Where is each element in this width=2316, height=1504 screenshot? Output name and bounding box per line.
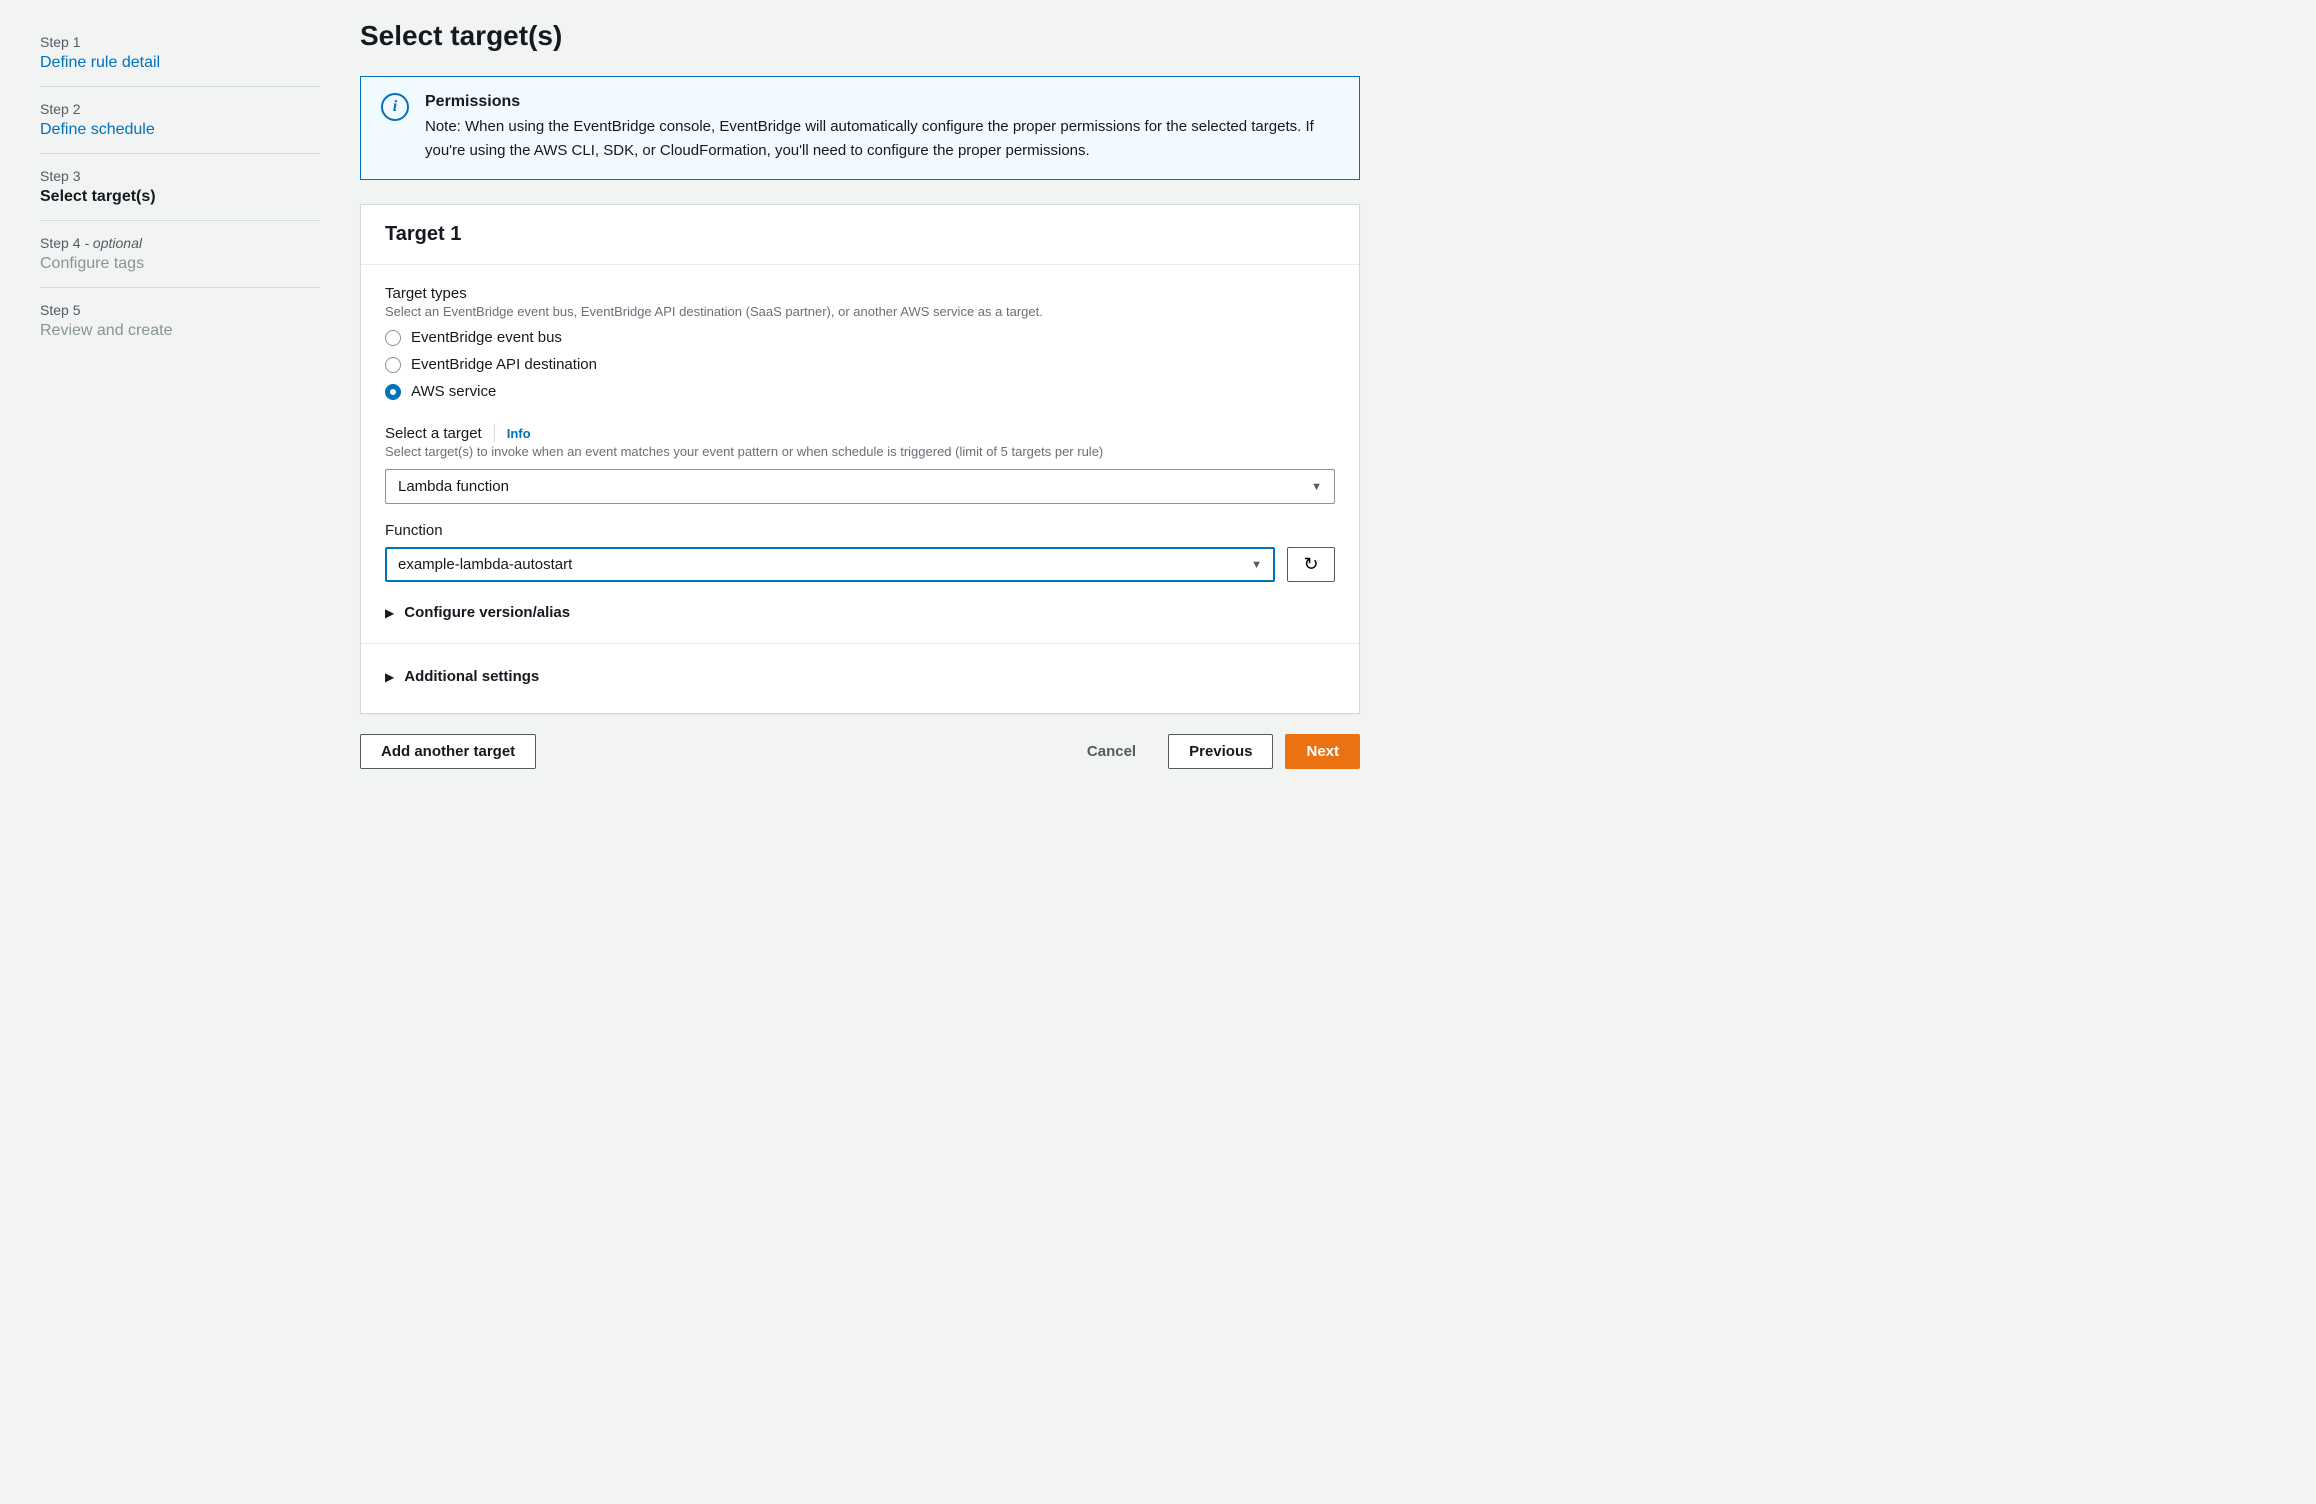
select-target-label-row: Select a target Info	[385, 424, 1335, 442]
target-types-radiogroup: EventBridge event bus EventBridge API de…	[385, 329, 1335, 400]
footer-right: Cancel Previous Next	[1067, 734, 1360, 769]
step-label-prefix: Step 4	[40, 235, 80, 251]
refresh-button[interactable]: ↻	[1287, 547, 1335, 582]
divider	[494, 424, 495, 442]
function-title: Function	[385, 522, 1335, 539]
radio-label: EventBridge API destination	[411, 356, 597, 373]
wizard-sidebar: Step 1 Define rule detail Step 2 Define …	[40, 20, 320, 769]
select-value: example-lambda-autostart	[398, 556, 572, 573]
step-label: Step 2	[40, 101, 320, 117]
radio-label: AWS service	[411, 383, 496, 400]
step-label: Step 4 - optional	[40, 235, 320, 251]
cancel-button[interactable]: Cancel	[1067, 735, 1156, 768]
infobox-title: Permissions	[425, 93, 1339, 111]
step-3: Step 3 Select target(s)	[40, 154, 320, 221]
info-content: Permissions Note: When using the EventBr…	[425, 93, 1339, 163]
radio-aws-service[interactable]: AWS service	[385, 383, 1335, 400]
additional-settings-expand[interactable]: ▶ Additional settings	[385, 664, 1335, 689]
step-title: Review and create	[40, 322, 320, 340]
step-label-optional: - optional	[80, 235, 141, 251]
next-button[interactable]: Next	[1285, 734, 1360, 769]
caret-right-icon: ▶	[385, 606, 394, 620]
add-another-target-button[interactable]: Add another target	[360, 734, 536, 769]
configure-version-alias-expand[interactable]: ▶ Configure version/alias	[385, 600, 1335, 625]
previous-button[interactable]: Previous	[1168, 734, 1273, 769]
wizard-footer: Add another target Cancel Previous Next	[360, 734, 1360, 769]
select-target-desc: Select target(s) to invoke when an event…	[385, 444, 1335, 459]
step-label: Step 5	[40, 302, 320, 318]
radio-icon	[385, 384, 401, 400]
step-5: Step 5 Review and create	[40, 288, 320, 354]
radio-icon	[385, 357, 401, 373]
step-title[interactable]: Define rule detail	[40, 54, 320, 72]
step-4: Step 4 - optional Configure tags	[40, 221, 320, 288]
step-label: Step 3	[40, 168, 320, 184]
info-icon-circle: i	[381, 93, 409, 121]
additional-settings-section: ▶ Additional settings	[361, 643, 1359, 693]
step-title[interactable]: Define schedule	[40, 121, 320, 139]
radio-eventbridge-bus[interactable]: EventBridge event bus	[385, 329, 1335, 346]
caret-down-icon: ▼	[1311, 481, 1322, 493]
refresh-icon: ↻	[1303, 554, 1318, 575]
page-title: Select target(s)	[360, 20, 1360, 52]
infobox-text: Note: When using the EventBridge console…	[425, 115, 1339, 163]
target-types-desc: Select an EventBridge event bus, EventBr…	[385, 304, 1335, 319]
step-title: Select target(s)	[40, 188, 320, 206]
caret-down-icon: ▼	[1251, 559, 1262, 571]
info-icon: i	[381, 93, 409, 163]
target-service-select[interactable]: Lambda function ▼	[385, 469, 1335, 504]
info-link[interactable]: Info	[507, 426, 531, 441]
main-content: Select target(s) i Permissions Note: Whe…	[360, 20, 1360, 769]
wizard-container: Step 1 Define rule detail Step 2 Define …	[0, 0, 1400, 789]
target-types-title: Target types	[385, 285, 1335, 302]
panel-title: Target 1	[385, 223, 1335, 246]
function-select[interactable]: example-lambda-autostart ▼	[385, 547, 1275, 582]
function-row: example-lambda-autostart ▼ ↻	[385, 547, 1335, 582]
expand-label: Additional settings	[404, 668, 539, 685]
select-target-title: Select a target	[385, 425, 482, 442]
permissions-infobox: i Permissions Note: When using the Event…	[360, 76, 1360, 180]
step-label: Step 1	[40, 34, 320, 50]
step-2[interactable]: Step 2 Define schedule	[40, 87, 320, 154]
radio-eventbridge-api[interactable]: EventBridge API destination	[385, 356, 1335, 373]
panel-header: Target 1	[361, 205, 1359, 265]
expand-label: Configure version/alias	[404, 604, 570, 621]
target-1-panel: Target 1 Target types Select an EventBri…	[360, 204, 1360, 714]
radio-label: EventBridge event bus	[411, 329, 562, 346]
panel-body: Target types Select an EventBridge event…	[361, 265, 1359, 713]
step-1[interactable]: Step 1 Define rule detail	[40, 20, 320, 87]
select-value: Lambda function	[398, 478, 509, 495]
step-title: Configure tags	[40, 255, 320, 273]
caret-right-icon: ▶	[385, 670, 394, 684]
radio-icon	[385, 330, 401, 346]
